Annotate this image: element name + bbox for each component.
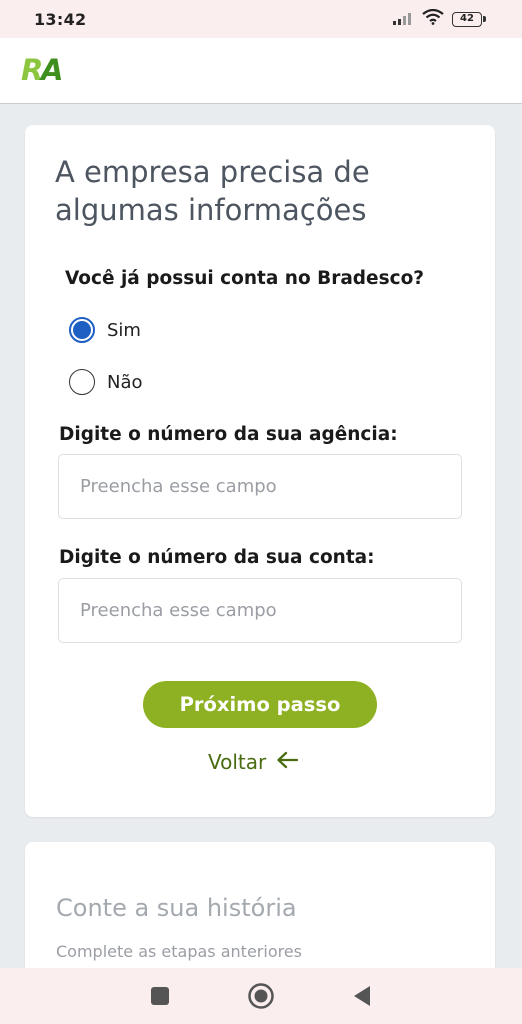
- svg-text:R: R: [21, 53, 43, 86]
- battery-level: 42: [452, 11, 482, 27]
- radio-checked-icon[interactable]: [69, 317, 95, 343]
- recents-icon[interactable]: [140, 976, 180, 1016]
- status-icons: 42: [392, 8, 486, 29]
- status-bar: 13:42 42: [0, 0, 522, 38]
- svg-text:A: A: [39, 53, 63, 86]
- app-header: R A: [0, 38, 522, 104]
- signal-icon: [392, 10, 414, 29]
- ra-logo[interactable]: R A: [20, 52, 66, 90]
- wifi-icon: [422, 8, 444, 29]
- back-link[interactable]: Voltar: [208, 750, 299, 774]
- radio-option-nao[interactable]: Não: [69, 369, 143, 395]
- conta-input[interactable]: [58, 578, 462, 643]
- arrow-left-icon: [276, 750, 299, 774]
- page-title: A empresa precisa de algumas informações: [55, 155, 370, 227]
- agencia-label: Digite o número da sua agência:: [59, 424, 398, 445]
- conta-label: Digite o número da sua conta:: [59, 547, 375, 568]
- radio-option-sim[interactable]: Sim: [69, 317, 141, 343]
- back-link-label: Voltar: [208, 750, 267, 774]
- story-section-title: Conte a sua história: [56, 894, 297, 922]
- agencia-input[interactable]: [58, 454, 462, 519]
- account-question: Você já possui conta no Bradesco?: [65, 268, 425, 289]
- status-time: 13:42: [34, 9, 87, 29]
- radio-unchecked-icon[interactable]: [69, 369, 95, 395]
- next-step-button[interactable]: Próximo passo: [143, 681, 377, 728]
- form-card: A empresa precisa de algumas informações…: [25, 125, 495, 817]
- back-icon[interactable]: [342, 976, 382, 1016]
- home-icon[interactable]: [241, 976, 281, 1016]
- story-section-subtitle: Complete as etapas anteriores: [56, 942, 303, 961]
- system-nav-bar: [0, 968, 522, 1024]
- radio-label-sim: Sim: [107, 319, 141, 341]
- battery-icon: 42: [452, 11, 486, 27]
- radio-label-nao: Não: [107, 371, 143, 393]
